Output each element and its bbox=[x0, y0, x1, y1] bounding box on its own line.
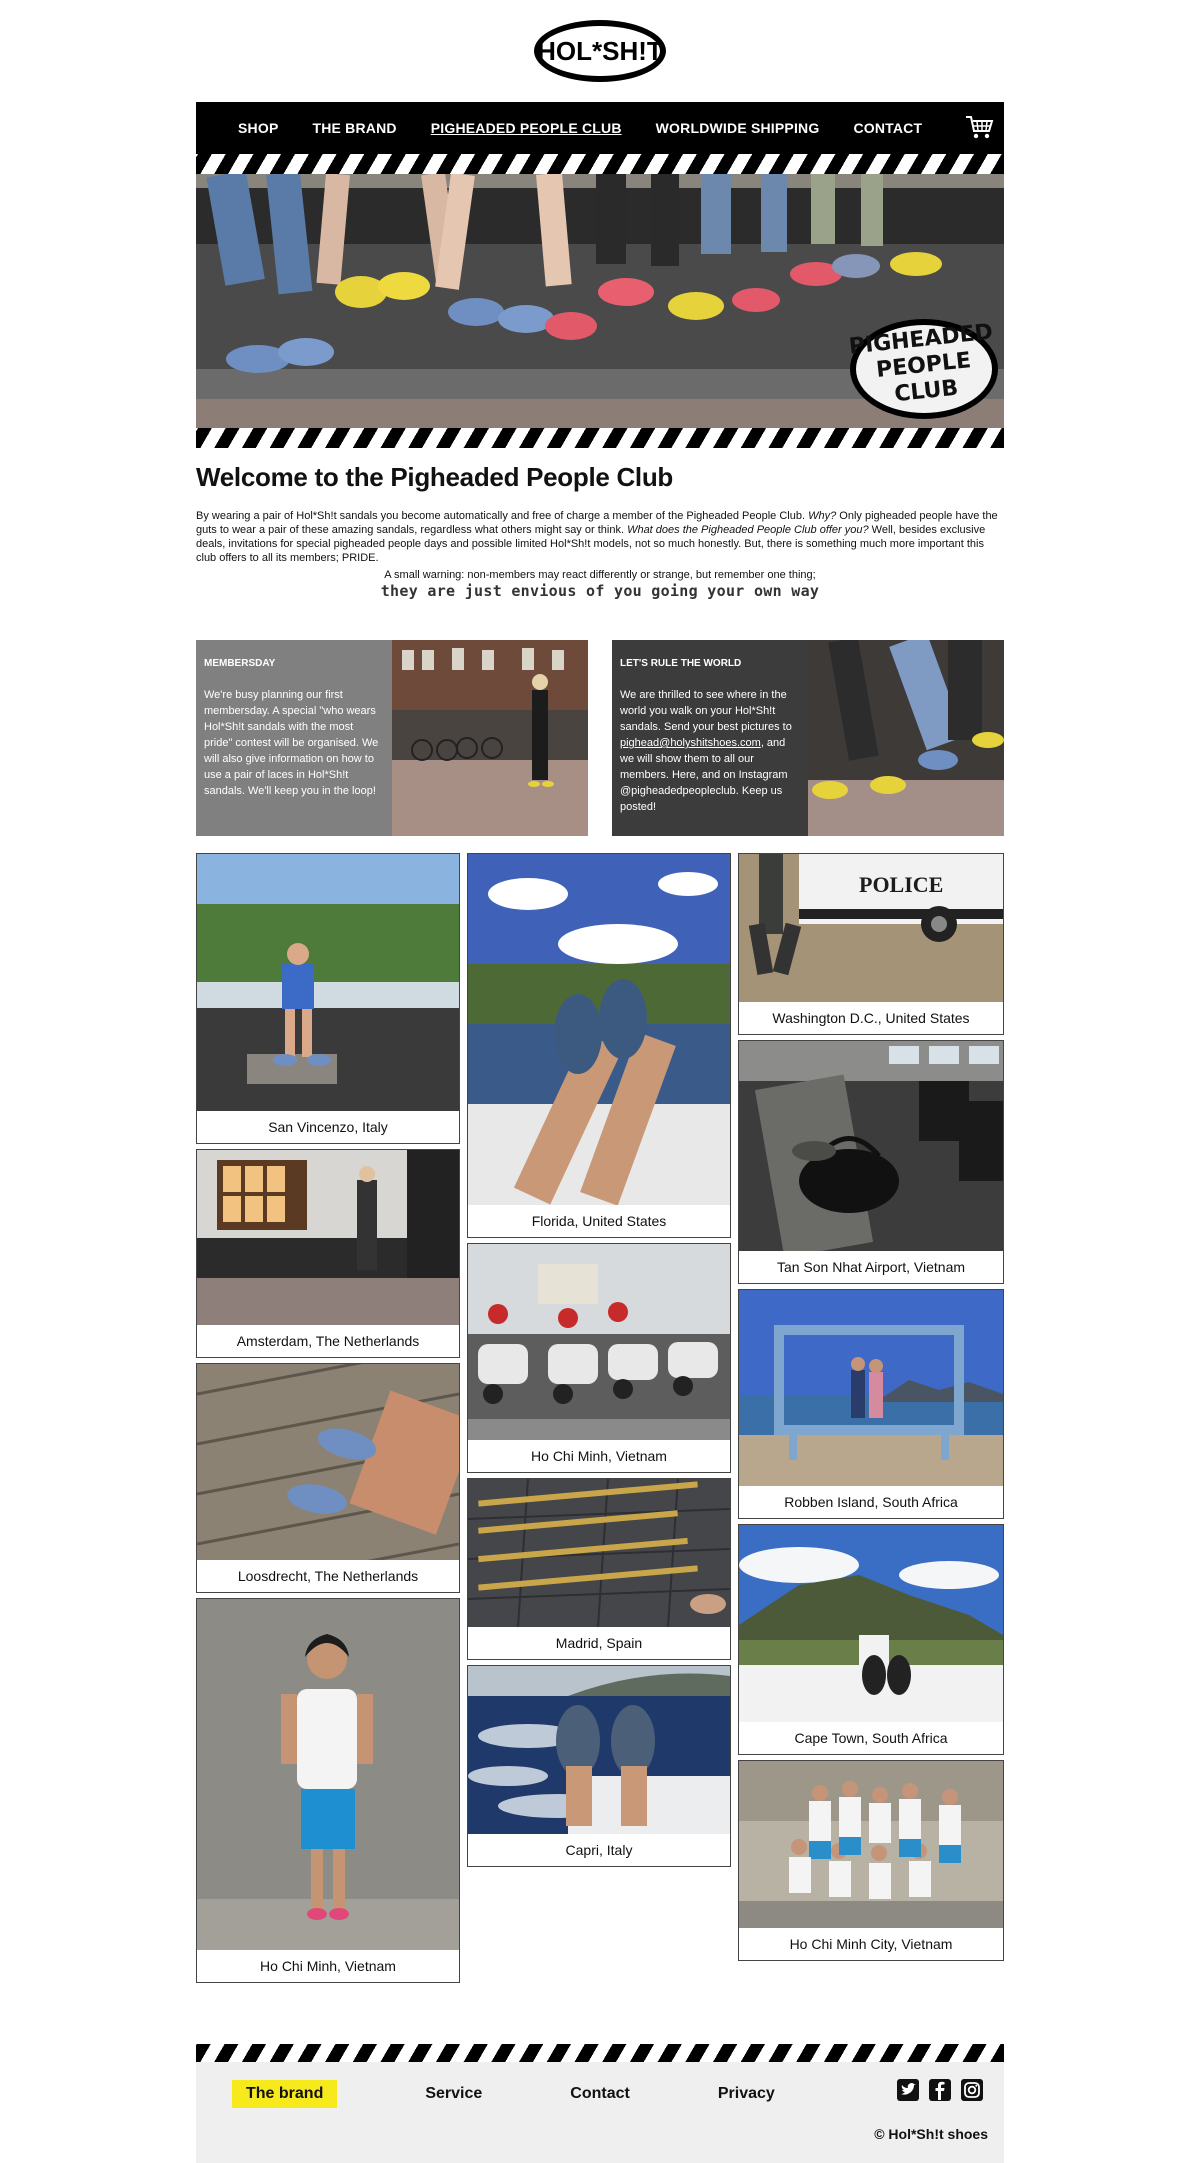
photo-caption: Robben Island, South Africa bbox=[784, 1494, 958, 1510]
gallery-tile[interactable]: Amsterdam, The Netherlands bbox=[196, 1149, 460, 1358]
photo-caption: Madrid, Spain bbox=[555, 1635, 643, 1651]
amsterdam-street-photo bbox=[392, 640, 588, 836]
card-body: We're busy planning our first membersday… bbox=[204, 689, 379, 797]
photo-amsterdam bbox=[197, 1150, 459, 1325]
photo-caption: Cape Town, South Africa bbox=[794, 1730, 948, 1746]
intro-quote: they are just envious of you going your … bbox=[380, 582, 820, 600]
hero-image: PIGHEADED PEOPLE CLUB bbox=[196, 174, 1004, 428]
footer-link-service[interactable]: Service bbox=[425, 2085, 482, 2103]
intro-paragraph: By wearing a pair of Hol*Sh!t sandals yo… bbox=[196, 510, 998, 564]
photo-caption: Washington D.C., United States bbox=[772, 1010, 970, 1026]
photo-florida bbox=[468, 854, 730, 1205]
footer-link-contact[interactable]: Contact bbox=[570, 2085, 630, 2103]
gallery-tile[interactable]: Loosdrecht, The Netherlands bbox=[196, 1363, 460, 1593]
photo-tan-son-nhat bbox=[739, 1041, 1003, 1251]
cart-icon[interactable] bbox=[964, 112, 994, 142]
site-footer: The brand Service Contact Privacy © Hol*… bbox=[196, 2062, 1004, 2163]
photo-madrid bbox=[468, 1479, 730, 1627]
photo-ho-chi-minh-girl bbox=[197, 1599, 459, 1950]
twitter-icon[interactable] bbox=[896, 2078, 920, 2102]
stripe-divider bbox=[196, 428, 1004, 448]
svg-text:POLICE: POLICE bbox=[859, 872, 943, 897]
intro-warning: A small warning: non-members may react d… bbox=[384, 569, 816, 581]
nav-pigheaded-people-club[interactable]: PIGHEADED PEOPLE CLUB bbox=[431, 120, 622, 136]
card-title: LET'S RULE THE WORLD bbox=[620, 658, 742, 669]
instagram-icon[interactable] bbox=[960, 2078, 984, 2102]
gallery-tile[interactable]: Ho Chi Minh City, Vietnam bbox=[738, 1760, 1004, 1961]
card-body: We are thrilled to see where in the worl… bbox=[620, 689, 792, 813]
photo-caption: Ho Chi Minh, Vietnam bbox=[531, 1448, 667, 1464]
main-nav: SHOP THE BRAND PIGHEADED PEOPLE CLUB WOR… bbox=[196, 102, 1004, 154]
gallery-tile[interactable]: Florida, United States bbox=[467, 853, 731, 1238]
sandals-legs-photo bbox=[808, 640, 1004, 836]
nav-shop[interactable]: SHOP bbox=[238, 120, 278, 136]
photo-caption: San Vincenzo, Italy bbox=[268, 1119, 388, 1135]
photo-ho-chi-minh-scooters bbox=[468, 1244, 730, 1440]
gallery-tile[interactable]: POLICE Washington D.C., United States bbox=[738, 853, 1004, 1035]
photo-washington: POLICE bbox=[739, 854, 1003, 1002]
facebook-icon[interactable] bbox=[928, 2078, 952, 2102]
photo-caption: Amsterdam, The Netherlands bbox=[236, 1333, 420, 1349]
brand-logo[interactable]: HOL*SH!T bbox=[532, 18, 668, 84]
intro-section: Welcome to the Pigheaded People Club By … bbox=[196, 462, 1004, 600]
photo-ho-chi-minh-city bbox=[739, 1761, 1003, 1928]
photo-san-vincenzo bbox=[197, 854, 459, 1111]
gallery-tile[interactable]: Capri, Italy bbox=[467, 1665, 731, 1867]
logo-text: HOL*SH!T bbox=[537, 36, 663, 66]
stripe-divider bbox=[196, 2044, 1004, 2062]
footer-link-privacy[interactable]: Privacy bbox=[718, 2085, 775, 2103]
photo-capri bbox=[468, 1666, 730, 1834]
stripe-divider bbox=[196, 154, 1004, 174]
page-title: Welcome to the Pigheaded People Club bbox=[196, 462, 674, 492]
photo-caption: Loosdrecht, The Netherlands bbox=[237, 1568, 419, 1584]
photo-robben-island bbox=[739, 1290, 1003, 1486]
email-link[interactable]: pighead@holyshitshoes.com bbox=[620, 737, 761, 749]
gallery-tile[interactable]: Ho Chi Minh, Vietnam bbox=[467, 1243, 731, 1473]
card-title: MEMBERSDAY bbox=[204, 658, 276, 669]
photo-caption: Tan Son Nhat Airport, Vietnam bbox=[776, 1259, 966, 1275]
photo-caption: Capri, Italy bbox=[565, 1842, 633, 1858]
photo-caption: Ho Chi Minh, Vietnam bbox=[260, 1958, 396, 1974]
nav-the-brand[interactable]: THE BRAND bbox=[312, 120, 396, 136]
photo-loosdrecht bbox=[197, 1364, 459, 1560]
photo-cape-town bbox=[739, 1525, 1003, 1722]
gallery-tile[interactable]: Cape Town, South Africa bbox=[738, 1524, 1004, 1755]
footer-link-the-brand[interactable]: The brand bbox=[232, 2080, 338, 2108]
membersday-card: MEMBERSDAY We're busy planning our first… bbox=[196, 640, 588, 836]
copyright-text: © Hol*Sh!t shoes bbox=[874, 2126, 988, 2142]
gallery-tile[interactable]: San Vincenzo, Italy bbox=[196, 853, 460, 1144]
photo-caption: Florida, United States bbox=[531, 1213, 667, 1229]
nav-contact[interactable]: CONTACT bbox=[853, 120, 922, 136]
gallery-tile[interactable]: Ho Chi Minh, Vietnam bbox=[196, 1598, 460, 1983]
social-icons bbox=[896, 2078, 984, 2102]
photo-caption: Ho Chi Minh City, Vietnam bbox=[789, 1936, 953, 1952]
nav-worldwide-shipping[interactable]: WORLDWIDE SHIPPING bbox=[656, 120, 820, 136]
gallery-tile[interactable]: Tan Son Nhat Airport, Vietnam bbox=[738, 1040, 1004, 1284]
rule-the-world-card: LET'S RULE THE WORLD We are thrilled to … bbox=[612, 640, 1004, 836]
gallery-tile[interactable]: Madrid, Spain bbox=[467, 1478, 731, 1660]
gallery-tile[interactable]: Robben Island, South Africa bbox=[738, 1289, 1004, 1519]
